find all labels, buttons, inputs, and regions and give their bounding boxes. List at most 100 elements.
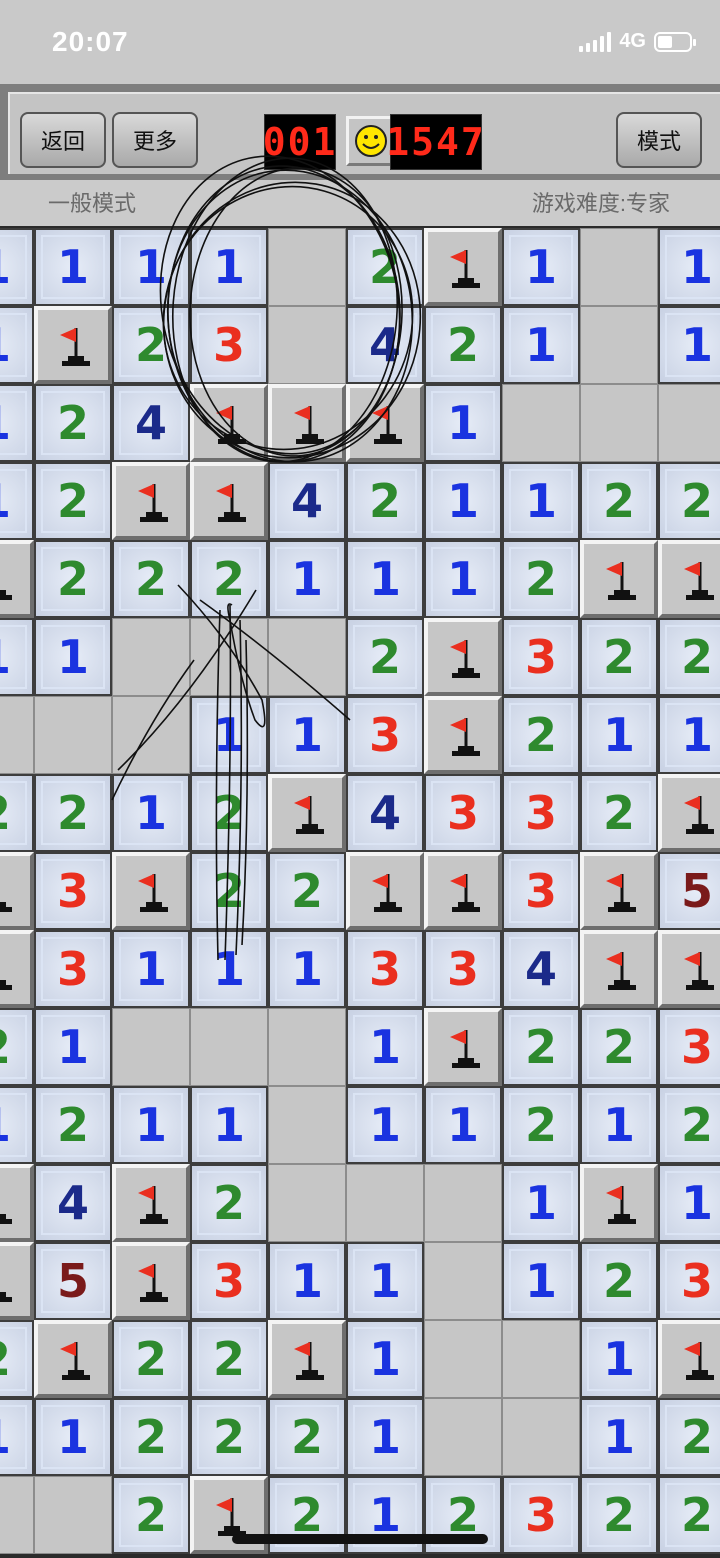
empty-cell[interactable] [346,1164,424,1242]
number-cell[interactable]: 1 [346,1008,424,1086]
number-cell[interactable]: 2 [190,774,268,852]
flagged-cell[interactable] [34,306,112,384]
empty-cell[interactable] [424,1164,502,1242]
number-cell[interactable]: 2 [112,540,190,618]
number-cell[interactable]: 2 [190,1164,268,1242]
number-cell[interactable]: 5 [658,852,720,930]
number-cell[interactable]: 2 [34,384,112,462]
back-button[interactable]: 返回 [20,112,106,168]
flagged-cell[interactable] [658,774,720,852]
number-cell[interactable]: 4 [346,774,424,852]
number-cell[interactable]: 1 [580,1320,658,1398]
number-cell[interactable]: 2 [190,540,268,618]
number-cell[interactable]: 1 [0,384,34,462]
number-cell[interactable]: 1 [268,930,346,1008]
number-cell[interactable]: 1 [346,1398,424,1476]
number-cell[interactable]: 1 [112,1086,190,1164]
number-cell[interactable]: 2 [502,1086,580,1164]
number-cell[interactable]: 3 [502,1476,580,1554]
number-cell[interactable]: 1 [112,228,190,306]
flagged-cell[interactable] [0,1242,34,1320]
number-cell[interactable]: 2 [190,1320,268,1398]
number-cell[interactable]: 1 [112,774,190,852]
empty-cell[interactable] [34,1476,112,1554]
empty-cell[interactable] [424,1242,502,1320]
number-cell[interactable]: 2 [658,1086,720,1164]
number-cell[interactable]: 3 [34,852,112,930]
number-cell[interactable]: 2 [580,1476,658,1554]
number-cell[interactable]: 1 [658,696,720,774]
empty-cell[interactable] [268,1164,346,1242]
number-cell[interactable]: 4 [346,306,424,384]
number-cell[interactable]: 1 [502,306,580,384]
number-cell[interactable]: 1 [424,1086,502,1164]
flagged-cell[interactable] [0,540,34,618]
number-cell[interactable]: 1 [0,228,34,306]
number-cell[interactable]: 3 [502,618,580,696]
flagged-cell[interactable] [190,384,268,462]
number-cell[interactable]: 3 [190,306,268,384]
number-cell[interactable]: 3 [502,852,580,930]
empty-cell[interactable] [0,696,34,774]
number-cell[interactable]: 1 [190,228,268,306]
number-cell[interactable]: 3 [502,774,580,852]
number-cell[interactable]: 2 [112,1476,190,1554]
number-cell[interactable]: 1 [190,1086,268,1164]
number-cell[interactable]: 2 [658,462,720,540]
number-cell[interactable]: 2 [346,618,424,696]
number-cell[interactable]: 1 [502,462,580,540]
number-cell[interactable]: 3 [424,774,502,852]
number-cell[interactable]: 2 [502,540,580,618]
flagged-cell[interactable] [268,1320,346,1398]
number-cell[interactable]: 3 [190,1242,268,1320]
flagged-cell[interactable] [580,540,658,618]
empty-cell[interactable] [424,1398,502,1476]
number-cell[interactable]: 2 [502,1008,580,1086]
empty-cell[interactable] [580,384,658,462]
number-cell[interactable]: 2 [112,1398,190,1476]
number-cell[interactable]: 1 [424,384,502,462]
number-cell[interactable]: 3 [424,930,502,1008]
number-cell[interactable]: 2 [346,228,424,306]
number-cell[interactable]: 1 [0,306,34,384]
number-cell[interactable]: 2 [580,618,658,696]
number-cell[interactable]: 1 [0,618,34,696]
flagged-cell[interactable] [580,1164,658,1242]
number-cell[interactable]: 2 [580,1242,658,1320]
number-cell[interactable]: 1 [502,1164,580,1242]
empty-cell[interactable] [190,618,268,696]
empty-cell[interactable] [580,228,658,306]
flagged-cell[interactable] [268,384,346,462]
empty-cell[interactable] [112,618,190,696]
number-cell[interactable]: 2 [658,1476,720,1554]
number-cell[interactable]: 3 [346,696,424,774]
number-cell[interactable]: 4 [34,1164,112,1242]
number-cell[interactable]: 1 [268,540,346,618]
flagged-cell[interactable] [580,852,658,930]
number-cell[interactable]: 2 [34,1086,112,1164]
number-cell[interactable]: 4 [502,930,580,1008]
number-cell[interactable]: 2 [0,1008,34,1086]
number-cell[interactable]: 1 [424,540,502,618]
number-cell[interactable]: 1 [580,1086,658,1164]
number-cell[interactable]: 1 [580,696,658,774]
number-cell[interactable]: 1 [658,306,720,384]
number-cell[interactable]: 2 [0,774,34,852]
home-indicator[interactable] [232,1534,488,1544]
flagged-cell[interactable] [424,852,502,930]
number-cell[interactable]: 2 [34,462,112,540]
number-cell[interactable]: 2 [502,696,580,774]
empty-cell[interactable] [0,1476,34,1554]
number-cell[interactable]: 2 [658,618,720,696]
empty-cell[interactable] [34,696,112,774]
flagged-cell[interactable] [658,540,720,618]
number-cell[interactable]: 1 [34,618,112,696]
flagged-cell[interactable] [0,930,34,1008]
number-cell[interactable]: 2 [112,1320,190,1398]
number-cell[interactable]: 1 [658,1164,720,1242]
number-cell[interactable]: 1 [502,1242,580,1320]
number-cell[interactable]: 2 [580,1008,658,1086]
flagged-cell[interactable] [112,852,190,930]
empty-cell[interactable] [268,306,346,384]
flagged-cell[interactable] [424,1008,502,1086]
